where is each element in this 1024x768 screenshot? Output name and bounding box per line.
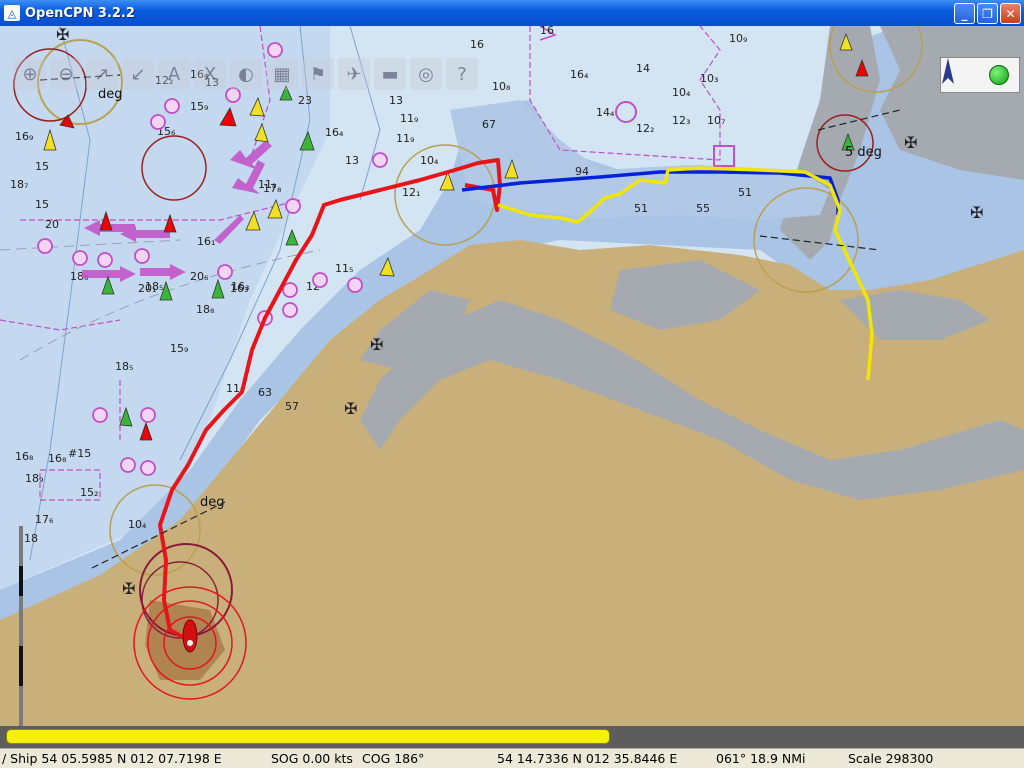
depth-sounding: 18₇ xyxy=(10,178,28,191)
main-toolbar: ⊕ ⊖ ↗ ↙ A X ◐ ▦ ⚑ ✈ ▬ ◎? xyxy=(14,58,478,90)
cursor-position: 54 14.7336 N 012 35.8446 E xyxy=(497,751,678,766)
depth-sounding: 55 xyxy=(696,202,710,215)
depth-sounding: 14₄ xyxy=(596,106,615,119)
compass-needle-icon xyxy=(942,58,969,89)
depth-sounding: 16₈ xyxy=(15,450,34,463)
svg-text:✠: ✠ xyxy=(904,133,917,152)
sog-readout: SOG 0.00 kts xyxy=(271,751,353,766)
scale-out-icon[interactable]: ↙ xyxy=(122,58,154,90)
tide-icon[interactable]: X xyxy=(194,58,226,90)
depth-sounding: 13 xyxy=(389,94,403,107)
own-ship-icon xyxy=(182,619,198,653)
gps-status-icon xyxy=(989,65,1009,85)
depth-sounding: 16₁ xyxy=(197,235,215,248)
zoom-scale-track xyxy=(19,526,23,726)
depth-sounding: 14 xyxy=(636,62,650,75)
depth-sounding: 23 xyxy=(298,94,312,107)
minimize-button[interactable]: _ xyxy=(954,3,975,24)
chart-piano-bar[interactable] xyxy=(0,726,1024,748)
depth-sounding: 10₉ xyxy=(729,32,747,45)
depth-sounding: 15₉ xyxy=(170,342,188,355)
settings-icon[interactable]: ◎ xyxy=(410,58,442,90)
depth-sounding: 18 xyxy=(24,532,38,545)
depth-sounding: 18₅ xyxy=(115,360,133,373)
depth-sounding: 94 xyxy=(575,165,589,178)
depth-sounding: 11₉ xyxy=(400,112,418,125)
svg-text:✠: ✠ xyxy=(122,579,135,598)
status-bar: / Ship 54 05.5985 N 012 07.7198 E SOG 0.… xyxy=(0,748,1024,768)
depth-sounding: 51 xyxy=(738,186,752,199)
track-icon[interactable]: ⚑ xyxy=(302,58,334,90)
cog-readout: COG 186° xyxy=(362,751,425,766)
depth-sounding: 15 xyxy=(35,160,49,173)
depth-sounding: 13 xyxy=(345,154,359,167)
depth-sounding: #15 xyxy=(68,447,91,460)
zoom-scale-marker xyxy=(19,566,23,596)
chart-canvas[interactable]: 161610₉16₄ 1410₃12₂ 16₄15₉ 2316₄1310₄12₃ 10₇… xyxy=(0,26,1024,726)
chart-info-icon[interactable]: ◐ xyxy=(230,58,262,90)
depth-sounding: 16₃ xyxy=(231,280,249,293)
window-title: OpenCPN 3.2.2 xyxy=(25,5,135,21)
depth-sounding: 12₂ xyxy=(636,122,654,135)
depth-sounding: 11₅ xyxy=(335,262,353,275)
depth-sounding: 57 xyxy=(285,400,299,413)
depth-sounding: 20₆ xyxy=(190,270,209,283)
close-button[interactable]: ✕ xyxy=(1000,3,1021,24)
chart-piano-key[interactable] xyxy=(6,729,610,744)
depth-sounding: 16₄ xyxy=(325,126,344,139)
depth-sounding: 16₉ xyxy=(15,130,33,143)
depth-sounding: 10₈ xyxy=(492,80,511,93)
svg-text:✠: ✠ xyxy=(970,203,983,222)
maximize-button[interactable]: ❐ xyxy=(977,3,998,24)
depth-sounding: 17₆ xyxy=(35,513,54,526)
chart-scale: Scale 298300 xyxy=(848,751,934,766)
svg-text:✠: ✠ xyxy=(370,335,383,354)
depth-sounding: 10₄ xyxy=(672,86,691,99)
depth-sounding: 18₉ xyxy=(25,472,43,485)
zoom-in-icon[interactable]: ⊕ xyxy=(14,58,46,90)
zoom-scale-marker xyxy=(19,646,23,686)
svg-text:✠: ✠ xyxy=(56,26,69,44)
route-icon[interactable]: ▦ xyxy=(266,58,298,90)
depth-sounding: 12₃ xyxy=(672,114,690,127)
help-icon[interactable]: ? xyxy=(446,58,478,90)
scale-in-icon[interactable]: ↗ xyxy=(86,58,118,90)
depth-sounding: 10₃ xyxy=(700,72,718,85)
ship-position: / Ship 54 05.5985 N 012 07.7198 E xyxy=(2,751,222,766)
depth-sounding: 51 xyxy=(634,202,648,215)
zoom-out-icon[interactable]: ⊖ xyxy=(50,58,82,90)
depth-sounding: 11₈ xyxy=(258,178,277,191)
depth-sounding: 15₉ xyxy=(190,100,208,113)
depth-sounding: 12₁ xyxy=(402,186,420,199)
depth-sounding: 20 xyxy=(45,218,59,231)
bearing-distance: 061° 18.9 NMi xyxy=(716,751,806,766)
print-icon[interactable]: ▬ xyxy=(374,58,406,90)
deg-label: 5 deg xyxy=(845,145,882,160)
depth-sounding: 16₄ xyxy=(570,68,589,81)
depth-sounding: 15 xyxy=(35,198,49,211)
opencpn-icon: ◬ xyxy=(4,5,20,21)
depth-sounding: 10₄ xyxy=(420,154,439,167)
compass-widget[interactable] xyxy=(940,57,1020,93)
depth-sounding: 16 xyxy=(540,26,554,37)
svg-text:✠: ✠ xyxy=(344,399,357,418)
title-bar: ◬ OpenCPN 3.2.2 _ ❐ ✕ xyxy=(0,0,1024,26)
depth-sounding: 11₉ xyxy=(396,132,414,145)
mob-icon[interactable]: ✈ xyxy=(338,58,370,90)
depth-sounding: 16₈ xyxy=(48,452,67,465)
depth-sounding: 10₇ xyxy=(707,114,725,127)
nautical-chart[interactable]: 16 16 10₉ 16₄ 14 10₃ 12₂ 16₄ 15₉ 23 16₄ 13 10₄ 12₃ 10₇… xyxy=(0,26,1024,726)
depth-sounding: 15₂ xyxy=(80,486,98,499)
depth-sounding: 16 xyxy=(470,38,484,51)
depth-sounding: 67 xyxy=(482,118,496,131)
pan-icon[interactable]: A xyxy=(158,58,190,90)
depth-sounding: 18₅ xyxy=(145,280,163,293)
depth-sounding: 18₈ xyxy=(196,303,215,316)
depth-sounding: 63 xyxy=(258,386,272,399)
depth-sounding: 10₄ xyxy=(128,518,147,531)
